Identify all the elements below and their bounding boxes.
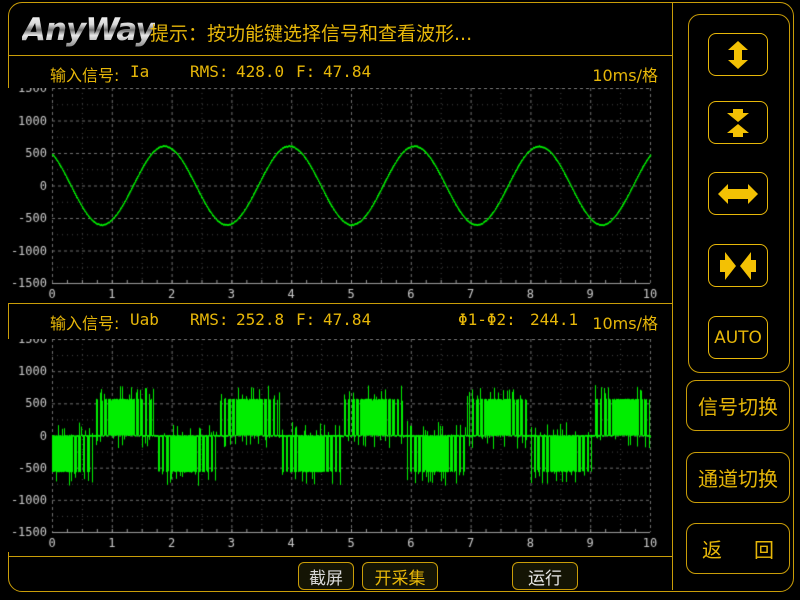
signal-label: 输入信号: [50, 310, 119, 334]
rms-value: 252.8 [236, 310, 284, 329]
horizontal-expand-icon [718, 180, 758, 208]
anyway-logo: AnyWay [22, 12, 155, 48]
channel-switch-button[interactable]: 通道切换 [686, 452, 790, 503]
horizontal-expand-button[interactable] [708, 172, 768, 215]
return-button-label: 返 回 [702, 534, 774, 563]
vertical-compress-button[interactable] [708, 101, 768, 144]
rms-value: 428.0 [236, 62, 284, 81]
auto-button[interactable]: AUTO [708, 316, 768, 359]
panel-uab-header: 输入信号: Uab RMS: 252.8 F: 47.84 Φ1-Φ2: 244… [8, 310, 672, 332]
timebase-label: 10ms/格 [592, 310, 658, 334]
phase-label: Φ1-Φ2: [458, 310, 516, 329]
vertical-compress-icon [718, 109, 758, 137]
vertical-expand-button[interactable] [708, 33, 768, 76]
phase-value: 244.1 [530, 310, 578, 329]
freq-label: F: [296, 310, 315, 329]
scale-button-group: AUTO [688, 14, 790, 373]
freq-value: 47.84 [323, 62, 371, 81]
panel-ia-header: 输入信号: Ia RMS: 428.0 F: 47.84 10ms/格 [8, 62, 672, 84]
bottombar-separator [8, 556, 672, 557]
hint-message: 提示：按功能键选择信号和查看波形... [150, 19, 472, 46]
rms-label: RMS: [190, 310, 229, 329]
horizontal-compress-button[interactable] [708, 244, 768, 287]
return-button[interactable]: 返 回 [686, 523, 790, 574]
sidebar: AUTO 信号切换 通道切换 返 回 [672, 2, 794, 590]
signal-switch-button[interactable]: 信号切换 [686, 380, 790, 431]
waveform-panel-ia: 输入信号: Ia RMS: 428.0 F: 47.84 10ms/格 [8, 55, 672, 303]
analyzer-screen: AnyWay 提示：按功能键选择信号和查看波形... 输入信号: Ia RMS:… [0, 0, 800, 600]
freq-label: F: [296, 62, 315, 81]
timebase-label: 10ms/格 [592, 62, 658, 86]
vertical-expand-icon [718, 41, 758, 69]
waveform-panel-uab: 输入信号: Uab RMS: 252.8 F: 47.84 Φ1-Φ2: 244… [8, 303, 672, 556]
run-button[interactable]: 运行 [512, 562, 578, 590]
start-acquire-button[interactable]: 开采集 [362, 562, 438, 590]
horizontal-compress-icon [718, 252, 758, 280]
signal-label: 输入信号: [50, 62, 119, 86]
screenshot-button[interactable]: 截屏 [298, 562, 354, 590]
signal-value: Uab [130, 310, 159, 329]
waveform-canvas-uab [8, 339, 670, 552]
signal-value: Ia [130, 62, 149, 81]
freq-value: 47.84 [323, 310, 371, 329]
waveform-canvas-ia [8, 88, 670, 303]
rms-label: RMS: [190, 62, 229, 81]
